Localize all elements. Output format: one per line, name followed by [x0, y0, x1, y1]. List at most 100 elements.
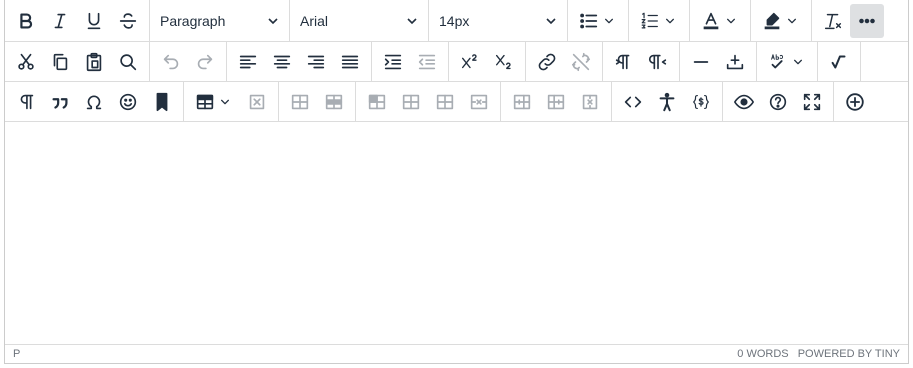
- chevron-down-icon: [268, 17, 278, 24]
- align-center-button[interactable]: [265, 45, 299, 79]
- align-justify-button[interactable]: [333, 45, 367, 79]
- table-cell-group: [356, 82, 501, 121]
- horizontal-line-icon: [693, 60, 709, 63]
- editor-content-area[interactable]: [5, 122, 908, 344]
- chevron-down-icon: [666, 18, 674, 23]
- text-color-button[interactable]: [694, 4, 746, 38]
- word-count[interactable]: 0 WORDS: [737, 348, 788, 360]
- square-root-icon: [831, 54, 846, 69]
- powered-by-link[interactable]: POWERED BY TINY: [798, 348, 900, 360]
- code-icon: [624, 96, 642, 107]
- copy-button[interactable]: [43, 45, 77, 79]
- bullet-list-button[interactable]: [572, 4, 624, 38]
- insert-anchor-button[interactable]: [718, 45, 752, 79]
- emoticons-button[interactable]: [111, 85, 145, 119]
- table-icon: [196, 94, 214, 109]
- highlight-color-button[interactable]: [755, 4, 807, 38]
- bullet-list-icon: [580, 13, 598, 28]
- link-group: [526, 42, 603, 81]
- strikethrough-icon: [119, 12, 137, 29]
- merge-cells-button[interactable]: [539, 85, 573, 119]
- find-replace-button[interactable]: [111, 45, 145, 79]
- bookmark-icon: [156, 92, 168, 111]
- list-group: [568, 0, 629, 41]
- insert-equation-button[interactable]: [822, 45, 856, 79]
- highlighter-icon: [764, 12, 780, 29]
- spellcheck-button[interactable]: [761, 45, 813, 79]
- search-icon: [120, 53, 137, 70]
- insert-link-button[interactable]: [530, 45, 564, 79]
- code-group: [612, 82, 723, 121]
- text-color-group: [690, 0, 751, 41]
- text-color-icon: [703, 12, 719, 29]
- cut-button[interactable]: [9, 45, 43, 79]
- redo-button[interactable]: [188, 45, 222, 79]
- delete-table-button[interactable]: [240, 85, 274, 119]
- more-toolbar-button[interactable]: [850, 3, 884, 38]
- underline-button[interactable]: [77, 4, 111, 38]
- horizontal-rule-button[interactable]: [684, 45, 718, 79]
- spellcheck-group: [757, 42, 818, 81]
- subscript-button[interactable]: [487, 45, 521, 79]
- table-cell-icon: [368, 94, 386, 109]
- source-code-button[interactable]: [616, 85, 650, 119]
- rtl-button[interactable]: [641, 45, 675, 79]
- superscript-button[interactable]: [453, 45, 487, 79]
- table-group: [184, 82, 279, 121]
- font-size-value: 14px: [439, 12, 470, 29]
- special-character-button[interactable]: [77, 85, 111, 119]
- delete-column-button[interactable]: [462, 85, 496, 119]
- paragraph-marks-button[interactable]: [9, 85, 43, 119]
- help-button[interactable]: [761, 85, 795, 119]
- align-center-icon: [273, 55, 291, 68]
- undo-button[interactable]: [154, 45, 188, 79]
- block-format-value: Paragraph: [160, 12, 226, 29]
- preview-button[interactable]: [727, 85, 761, 119]
- indent-icon: [384, 54, 402, 69]
- fullscreen-button[interactable]: [795, 85, 829, 119]
- split-cells-button[interactable]: [505, 85, 539, 119]
- ltr-button[interactable]: [607, 45, 641, 79]
- insert-row-before-button[interactable]: [283, 85, 317, 119]
- font-size-select[interactable]: 14px: [429, 0, 568, 41]
- strikethrough-button[interactable]: [111, 4, 145, 38]
- align-left-button[interactable]: [231, 45, 265, 79]
- clear-formatting-button[interactable]: [816, 4, 850, 38]
- insert-column-before-button[interactable]: [394, 85, 428, 119]
- delete-row-button[interactable]: [573, 85, 607, 119]
- view-group: [723, 82, 834, 121]
- undo-icon: [163, 54, 179, 69]
- alignment-group: [227, 42, 372, 81]
- cell-properties-button[interactable]: [360, 85, 394, 119]
- insert-column-after-button[interactable]: [428, 85, 462, 119]
- indent-button[interactable]: [376, 45, 410, 79]
- template-variables-button[interactable]: [684, 85, 718, 119]
- clipboard-group: [5, 42, 150, 81]
- remove-link-button[interactable]: [564, 45, 598, 79]
- outdent-button[interactable]: [410, 45, 444, 79]
- blockquote-button[interactable]: [43, 85, 77, 119]
- chevron-down-icon: [221, 99, 229, 104]
- bold-button[interactable]: [9, 4, 43, 38]
- italic-button[interactable]: [43, 4, 77, 38]
- element-path[interactable]: P: [13, 348, 20, 360]
- align-right-icon: [307, 55, 325, 68]
- insert-row-after-button[interactable]: [317, 85, 351, 119]
- paste-button[interactable]: [77, 45, 111, 79]
- table-row-group: [279, 82, 356, 121]
- scissors-icon: [18, 53, 34, 70]
- block-format-select[interactable]: Paragraph: [150, 0, 290, 41]
- quote-icon: [52, 97, 68, 109]
- numbered-list-button[interactable]: [633, 4, 685, 38]
- left-to-right-icon: [615, 54, 630, 69]
- table-merge-icon: [547, 94, 565, 109]
- pilcrow-icon: [20, 94, 34, 109]
- table-button[interactable]: [188, 85, 240, 119]
- chevron-down-icon: [407, 17, 417, 24]
- accessibility-checker-button[interactable]: [650, 85, 684, 119]
- font-family-select[interactable]: Arial: [290, 0, 429, 41]
- insert-menu-button[interactable]: [838, 85, 872, 119]
- insert-more-group: [834, 82, 876, 121]
- align-right-button[interactable]: [299, 45, 333, 79]
- bookmark-button[interactable]: [145, 85, 179, 119]
